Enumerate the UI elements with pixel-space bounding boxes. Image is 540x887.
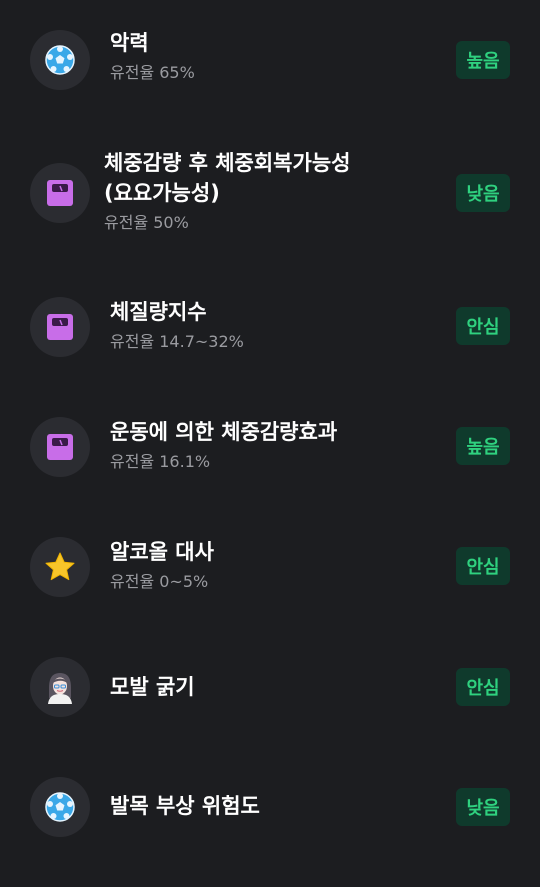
item-title: 체질량지수 [110,300,207,324]
item-heritability: 유전율 50% [104,213,189,232]
item-heritability: 유전율 0~5% [110,572,209,591]
item-title: 운동에 의한 체중감량효과 [110,420,338,444]
item-title-line2: (요요가능성) [104,181,220,205]
item-title: 체중감량 후 체중회복가능성 [104,151,351,175]
scale-icon [30,417,90,477]
scale-icon [30,297,90,357]
soccer-ball-icon [30,777,90,837]
item-title: 악력 [110,31,149,55]
list-item-ankle-injury-risk[interactable]: 발목 부상 위험도 낮음 [0,750,540,870]
status-badge: 높음 [456,427,510,465]
status-badge: 낮음 [456,174,510,212]
list-item-exercise-weight-loss[interactable]: 운동에 의한 체중감량효과 유전율 16.1% 높음 [0,390,540,510]
item-title: 알코올 대사 [110,540,214,564]
scale-icon [30,163,90,223]
status-badge: 안심 [456,668,510,706]
item-title: 모발 굵기 [110,675,195,699]
status-badge: 안심 [456,547,510,585]
item-title: 발목 부상 위험도 [110,794,260,818]
star-icon [30,537,90,597]
status-badge: 안심 [456,307,510,345]
list-item-bmi[interactable]: 체질량지수 유전율 14.7~32% 안심 [0,270,540,390]
list-item-alcohol-metabolism[interactable]: 알코올 대사 유전율 0~5% 안심 [0,510,540,630]
soccer-ball-icon [30,30,90,90]
status-badge: 높음 [456,41,510,79]
person-avatar-icon [30,657,90,717]
list-item-hair-thickness[interactable]: 모발 굵기 안심 [0,630,540,750]
item-heritability: 유전율 65% [110,63,195,82]
list-item-weight-regain[interactable]: 체중감량 후 체중회복가능성 (요요가능성) 유전율 50% 낮음 [0,120,540,270]
item-heritability: 유전율 16.1% [110,452,211,471]
item-heritability: 유전율 14.7~32% [110,332,244,351]
trait-list: 악력 유전율 65% 높음 체중감량 후 체중회복가능성 (요요가능성) 유전율… [0,0,540,887]
status-badge: 낮음 [456,788,510,826]
list-item-grip-strength[interactable]: 악력 유전율 65% 높음 [0,0,540,120]
